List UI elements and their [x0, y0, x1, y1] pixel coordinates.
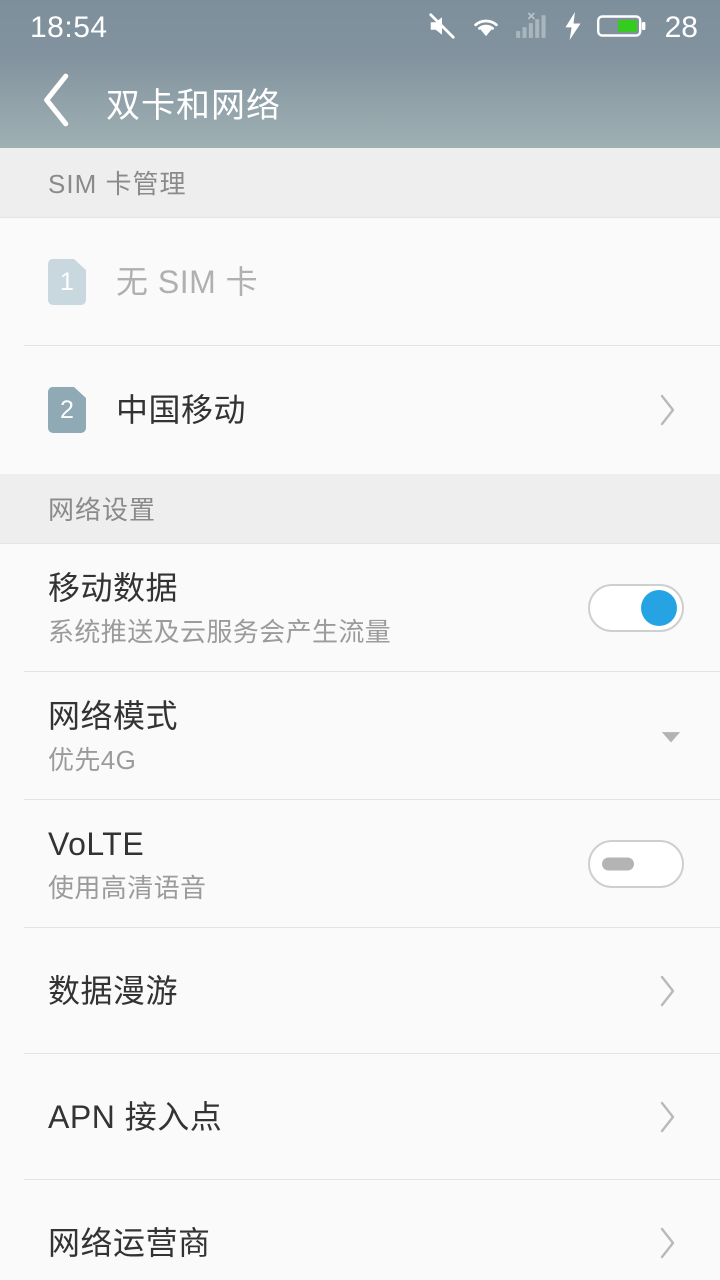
row-network-operator-content: 网络运营商: [48, 1223, 634, 1263]
row-mobile-data[interactable]: 移动数据 系统推送及云服务会产生流量: [0, 544, 720, 672]
phone-screen: 18:54 28 双卡和网络 SIM 卡管理 1 无 SIM 卡 2 中国移动 …: [0, 0, 720, 1280]
row-network-mode-accessory: [658, 723, 684, 749]
sim-number-label: 2: [60, 395, 74, 424]
chevron-right-icon: [650, 1100, 684, 1134]
battery-percent-label: 28: [664, 11, 698, 44]
status-bar: 18:54 28: [0, 0, 720, 56]
wifi-icon: [470, 13, 502, 44]
signal-no-service-icon: [515, 12, 549, 45]
sim-row-2-accessory: [650, 393, 684, 427]
row-apn-title: APN 接入点: [48, 1099, 223, 1135]
status-bar-clock: 18:54: [30, 11, 108, 44]
sim-row-1-content: 无 SIM 卡: [116, 262, 668, 302]
sim-card-icon-2: 2: [48, 387, 86, 433]
mobile-data-toggle[interactable]: [588, 584, 684, 632]
chevron-down-icon[interactable]: [658, 723, 684, 749]
sim-list: 1 无 SIM 卡 2 中国移动: [0, 218, 720, 474]
sim-row-1: 1 无 SIM 卡: [0, 218, 720, 346]
row-network-mode[interactable]: 网络模式 优先4G: [0, 672, 720, 800]
section-header-label: 网络设置: [48, 495, 157, 525]
row-mobile-data-accessory: [588, 584, 684, 632]
sim-card-icon-1: 1: [48, 259, 86, 305]
status-bar-icons: 28: [427, 11, 698, 46]
row-mobile-data-content: 移动数据 系统推送及云服务会产生流量: [48, 568, 572, 648]
row-volte-title: VoLTE: [48, 825, 145, 862]
charging-bolt-icon: [562, 11, 584, 45]
row-network-mode-title: 网络模式: [48, 697, 179, 734]
network-settings-list: 移动数据 系统推送及云服务会产生流量 网络模式 优先4G VoLTE 使用高清语…: [0, 544, 720, 1280]
chevron-right-icon: [650, 1226, 684, 1260]
app-bar: 双卡和网络: [0, 56, 720, 148]
row-network-mode-value: 优先4G: [48, 744, 137, 775]
chevron-right-icon: [650, 393, 684, 427]
row-network-mode-content: 网络模式 优先4G: [48, 696, 642, 776]
chevron-left-icon: [40, 73, 74, 132]
chevron-right-icon: [650, 974, 684, 1008]
row-data-roaming-title: 数据漫游: [48, 973, 179, 1009]
volte-toggle[interactable]: [588, 840, 684, 888]
row-volte-accessory: [588, 840, 684, 888]
section-header-network: 网络设置: [0, 474, 720, 544]
row-data-roaming-content: 数据漫游: [48, 971, 634, 1011]
section-header-sim: SIM 卡管理: [0, 148, 720, 218]
sim-number-label: 1: [60, 267, 74, 296]
row-mobile-data-subtitle: 系统推送及云服务会产生流量: [48, 616, 392, 647]
sim-row-2[interactable]: 2 中国移动: [0, 346, 720, 474]
row-apn-content: APN 接入点: [48, 1097, 634, 1137]
row-data-roaming-accessory: [650, 974, 684, 1008]
row-apn-accessory: [650, 1100, 684, 1134]
row-network-operator-accessory: [650, 1226, 684, 1260]
toggle-knob-off: [602, 857, 634, 871]
back-button[interactable]: [30, 73, 84, 132]
battery-icon: [596, 12, 647, 45]
row-data-roaming[interactable]: 数据漫游: [0, 928, 720, 1054]
toggle-knob-on: [641, 590, 677, 626]
section-header-label: SIM 卡管理: [48, 169, 187, 199]
row-volte-content: VoLTE 使用高清语音: [48, 824, 572, 904]
sim-row-2-title: 中国移动: [116, 392, 247, 428]
sim-row-1-title: 无 SIM 卡: [116, 264, 259, 300]
row-network-operator-title: 网络运营商: [48, 1225, 211, 1261]
sim-row-2-content: 中国移动: [116, 390, 634, 430]
mute-icon: [427, 11, 457, 46]
row-volte[interactable]: VoLTE 使用高清语音: [0, 800, 720, 928]
row-mobile-data-title: 移动数据: [48, 569, 179, 606]
row-volte-subtitle: 使用高清语音: [48, 872, 207, 903]
row-apn[interactable]: APN 接入点: [0, 1054, 720, 1180]
row-network-operator[interactable]: 网络运营商: [0, 1180, 720, 1280]
page-title: 双卡和网络: [106, 86, 281, 125]
